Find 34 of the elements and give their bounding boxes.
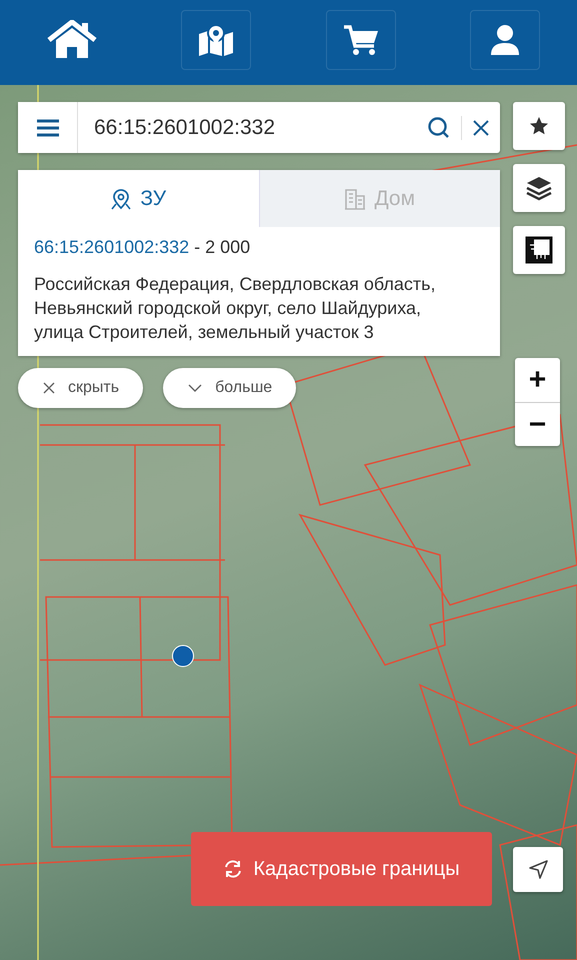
- cart-icon: [342, 24, 379, 56]
- pin-icon: [110, 188, 132, 210]
- tab[interactable]: ЗУ: [18, 170, 258, 227]
- zoom-out-button[interactable]: −: [515, 402, 560, 446]
- parcel-title: 66:15:2601002:332 - 2 000: [34, 237, 252, 258]
- navigation-arrow-icon: [527, 858, 549, 880]
- chevron-down-icon: [187, 383, 204, 393]
- menu-icon: [36, 118, 58, 136]
- profile-nav-button[interactable]: [470, 10, 540, 70]
- cadastral-boundaries-button[interactable]: Кадастровые границы: [191, 832, 492, 906]
- measure-button[interactable]: [513, 226, 565, 274]
- more-button[interactable]: больше: [163, 368, 296, 408]
- parcel-address: Российская Федерация, Свердловская область, Невьянский городской округ, село Шайдуриха, улица Строителей, земельный участок 3: [34, 273, 437, 344]
- zoom-in-button[interactable]: +: [515, 358, 560, 402]
- cadastral-number-link[interactable]: 66:15:2601002:332: [34, 237, 190, 257]
- map-pin-icon: [198, 24, 234, 56]
- cart-nav-button[interactable]: [326, 10, 396, 70]
- map-nav-button[interactable]: [181, 10, 252, 70]
- search-icon: [427, 116, 451, 140]
- favorite-button[interactable]: [513, 102, 565, 150]
- location-marker[interactable]: [172, 645, 194, 667]
- locate-button[interactable]: [513, 847, 563, 892]
- layers-button[interactable]: [513, 164, 565, 212]
- search-field[interactable]: 66:15:2601002:332: [78, 102, 417, 153]
- close-icon: [472, 118, 490, 136]
- building-icon: [344, 188, 366, 210]
- refresh-icon: [223, 859, 244, 879]
- star-icon: [529, 116, 549, 136]
- hide-button[interactable]: скрыть: [18, 368, 144, 408]
- home-icon: [47, 20, 98, 60]
- layers-icon: [525, 175, 553, 201]
- close-icon: [42, 381, 56, 395]
- person-icon: [490, 24, 520, 56]
- menu-button[interactable]: [18, 102, 78, 153]
